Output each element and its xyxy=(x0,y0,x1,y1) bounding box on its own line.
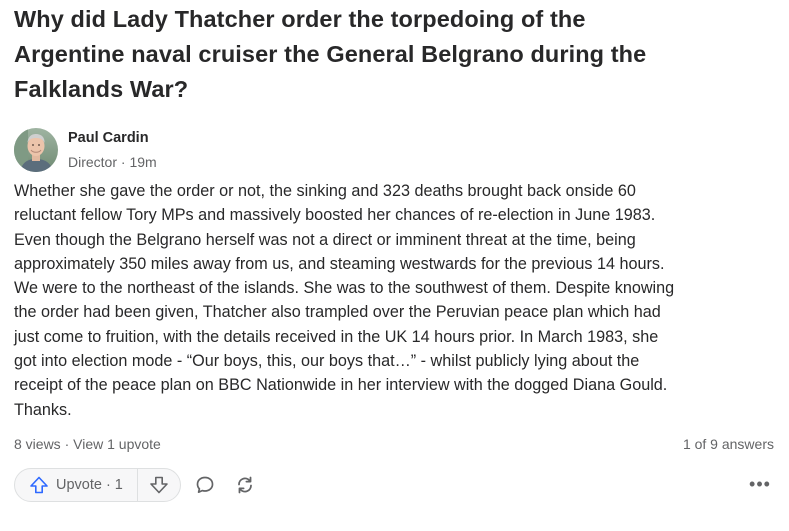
answer-line: We were to the northeast of the islands.… xyxy=(14,279,675,298)
answer-line: approximately 350 miles away from us, an… xyxy=(14,254,665,273)
author-header: Paul Cardin Director · 19m xyxy=(14,127,776,177)
answer-line: receipt of the peace plan on BBC Nationw… xyxy=(14,376,668,395)
more-button[interactable]: ••• xyxy=(744,469,776,501)
share-icon xyxy=(237,476,252,494)
answer-line: Whether she gave the order or not, the s… xyxy=(14,182,636,200)
upvote-separator: · xyxy=(105,476,111,493)
answer-line: got into election mode - “Our boys, this… xyxy=(14,352,640,371)
question-title-line: Why did Lady Thatcher order the torpedoi… xyxy=(14,6,586,32)
stats-separator: · xyxy=(64,435,70,452)
answer-line: reluctant fellow Tory MPs and massively … xyxy=(14,206,656,225)
author-credential[interactable]: Director xyxy=(68,154,117,170)
downvote-arrow-icon xyxy=(150,476,168,494)
upvote-button[interactable]: Upvote · 1 xyxy=(15,469,137,501)
share-button[interactable] xyxy=(227,469,263,501)
answer-position[interactable]: 1 of 9 answers xyxy=(683,434,774,454)
view-upvotes-link[interactable]: View 1 upvote xyxy=(73,436,161,452)
answer-line: the order had been given, Thatcher also … xyxy=(14,303,661,322)
author-name[interactable]: Paul Cardin xyxy=(68,128,157,148)
downvote-button[interactable] xyxy=(138,469,180,501)
answer-body: Whether she gave the order or not, the s… xyxy=(14,179,776,422)
action-bar: Upvote · 1 ••• xyxy=(14,467,776,502)
author-meta: Paul Cardin Director · 19m xyxy=(68,127,157,172)
question-title[interactable]: Why did Lady Thatcher order the torpedoi… xyxy=(14,0,776,107)
avatar[interactable] xyxy=(14,128,58,172)
comment-button[interactable] xyxy=(187,469,223,501)
upvote-label: Upvote xyxy=(56,476,102,493)
vote-group: Upvote · 1 xyxy=(14,467,181,502)
answer-line: just come to fruition, with the details … xyxy=(14,327,659,346)
question-title-line: Falklands War? xyxy=(14,76,189,102)
upvote-count: 1 xyxy=(114,476,123,493)
comment-icon xyxy=(196,476,214,494)
more-icon: ••• xyxy=(749,474,771,495)
answer-line: Even though the Belgrano herself was not… xyxy=(14,230,636,249)
avatar-photo xyxy=(14,128,58,172)
answer-line: Thanks. xyxy=(14,400,72,419)
stats-left: 8 views · View 1 upvote xyxy=(14,434,161,454)
answer-card: Why did Lady Thatcher order the torpedoi… xyxy=(14,0,776,502)
view-count: 8 views xyxy=(14,435,61,452)
meta-separator: · xyxy=(120,154,126,170)
question-title-line: Argentine naval cruiser the General Belg… xyxy=(14,41,647,67)
author-subline: Director · 19m xyxy=(68,152,157,172)
answer-stats: 8 views · View 1 upvote 1 of 9 answers xyxy=(14,434,776,454)
upvote-arrow-icon xyxy=(30,476,48,494)
answer-timestamp[interactable]: 19m xyxy=(129,154,156,170)
